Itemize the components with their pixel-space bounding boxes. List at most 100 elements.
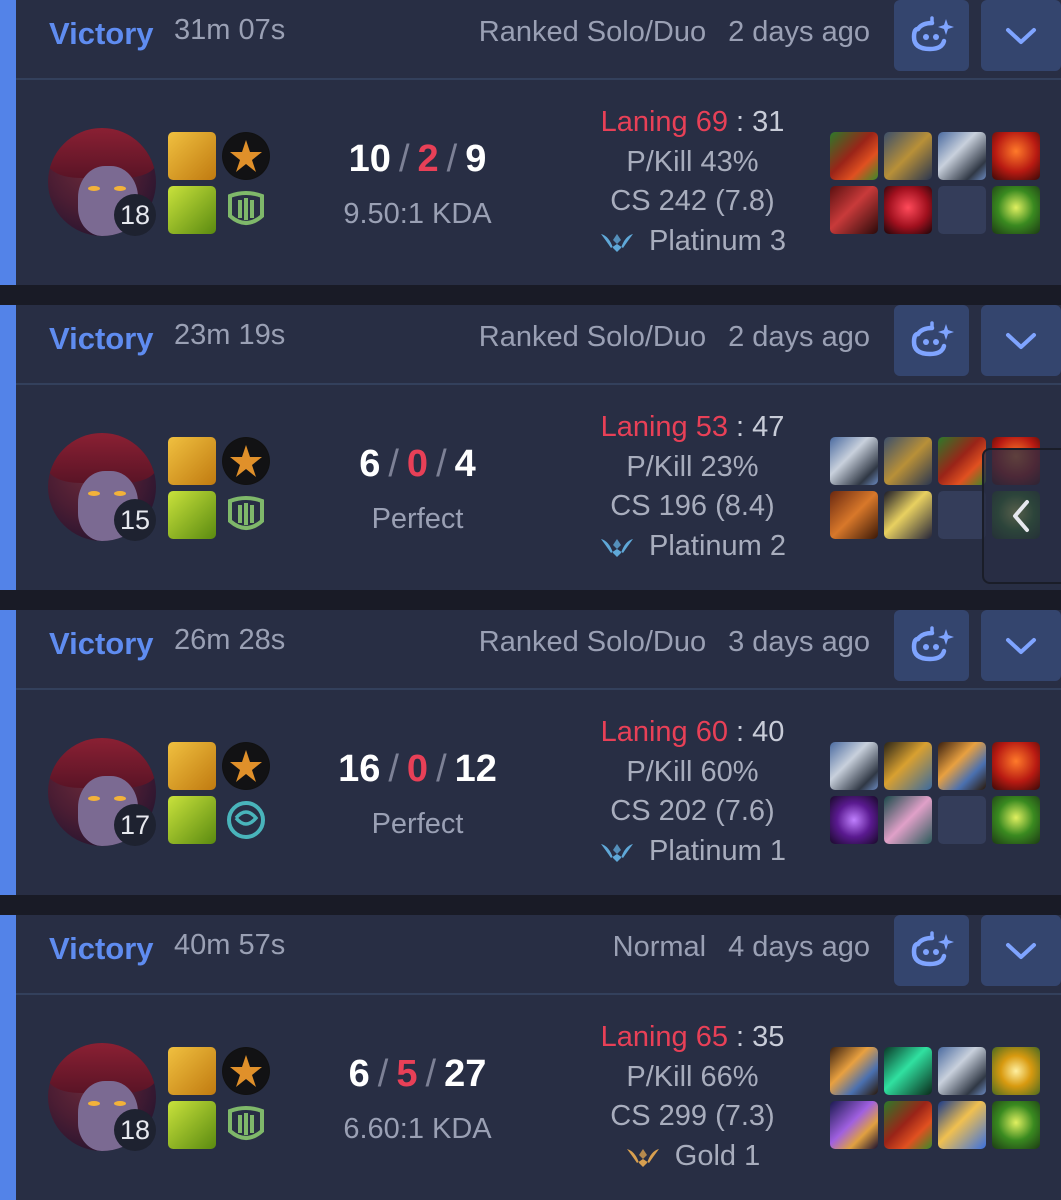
creep-score: CS 196 (8.4) [610, 490, 775, 522]
keystone-rune-icon[interactable] [222, 1047, 270, 1095]
champion-level: 15 [114, 499, 156, 541]
ghost-spell-icon[interactable] [168, 491, 216, 539]
ai-analysis-button[interactable] [894, 610, 969, 681]
chevron-down-icon [1006, 637, 1036, 654]
expand-match-button[interactable] [981, 610, 1061, 681]
laning-score: Laning 53 : 47 [600, 411, 785, 443]
queue-type: Normal [612, 931, 707, 963]
bronze-boots-item[interactable] [830, 491, 878, 539]
chevron-down-icon [1006, 27, 1036, 44]
blue-crescent-item[interactable] [938, 1101, 986, 1149]
robot-sparkle-icon [911, 930, 954, 966]
match-result: Victory [49, 321, 154, 356]
robot-sparkle-icon [911, 15, 954, 51]
ai-analysis-button[interactable] [894, 0, 969, 71]
golden-cannon-item[interactable] [884, 742, 932, 790]
win-stripe [0, 915, 16, 1200]
side-collapse-tab[interactable] [982, 448, 1061, 584]
kill-participation: P/Kill 60% [626, 756, 759, 788]
green-ward-item[interactable] [992, 796, 1040, 844]
match-duration: 26m 28s [174, 624, 286, 656]
robot-sparkle-icon [911, 625, 954, 661]
keystone-rune-icon[interactable] [222, 132, 270, 180]
laning-value: Laning 69 [600, 106, 728, 138]
keystone-rune-icon[interactable] [222, 437, 270, 485]
platinum-emblem-icon [600, 234, 633, 253]
win-stripe [0, 0, 16, 285]
flash-spell-icon[interactable] [168, 437, 216, 485]
empty-item-slot [938, 796, 986, 844]
silver-bracer-item[interactable] [830, 437, 878, 485]
purple-orb-item[interactable] [830, 796, 878, 844]
creep-score: CS 299 (7.3) [610, 1100, 775, 1132]
green-ward-item[interactable] [992, 186, 1040, 234]
triple-blade-item[interactable] [938, 742, 986, 790]
queue-type: Ranked Solo/Duo [478, 321, 707, 353]
match-card[interactable]: Victory 26m 28s Ranked Solo/Duo 3 days ag… [0, 610, 1061, 895]
match-card[interactable]: Victory 40m 57s Normal 4 days ago 18 6 /… [0, 915, 1061, 1200]
resolve-rune-icon [228, 496, 264, 530]
expand-match-button[interactable] [981, 0, 1061, 71]
lava-item[interactable] [992, 742, 1040, 790]
laning-opponent: 47 [752, 411, 785, 443]
match-header: Victory 31m 07s Ranked Solo/Duo 2 days ag… [16, 0, 1061, 80]
secondary-rune-slot[interactable] [222, 491, 270, 539]
silver-bracer-item[interactable] [830, 742, 878, 790]
laning-score: Laning 60 : 40 [600, 716, 785, 748]
secondary-rune-slot[interactable] [222, 1101, 270, 1149]
star-mace-item[interactable] [884, 491, 932, 539]
knight-helm-item[interactable] [884, 132, 932, 180]
kda-score: 6/5/27 [348, 1053, 487, 1095]
queue-type: Ranked Solo/Duo [478, 16, 707, 48]
match-duration: 40m 57s [174, 929, 286, 961]
robot-sparkle-icon [911, 320, 954, 356]
match-queue-time: Ranked Solo/Duo 3 days ago [479, 626, 870, 659]
ghost-spell-icon[interactable] [168, 1101, 216, 1149]
assists: 12 [454, 748, 497, 790]
flash-spell-icon[interactable] [168, 742, 216, 790]
pink-cat-item[interactable] [884, 796, 932, 844]
rank-label: Platinum 3 [648, 225, 786, 257]
deaths: 5 [396, 1053, 418, 1095]
violet-staff-item[interactable] [830, 1101, 878, 1149]
keystone-rune-icon[interactable] [222, 742, 270, 790]
kda-ratio: 6.60:1 KDA [343, 1113, 492, 1145]
resolve-rune-icon [228, 191, 264, 225]
triple-blade-item[interactable] [830, 1047, 878, 1095]
flash-spell-icon[interactable] [168, 1047, 216, 1095]
ghost-spell-icon[interactable] [168, 796, 216, 844]
kda-ratio: Perfect [371, 503, 464, 535]
match-queue-time: Ranked Solo/Duo 2 days ago [479, 16, 870, 49]
flash-spell-icon[interactable] [168, 132, 216, 180]
expand-match-button[interactable] [981, 305, 1061, 376]
golden-sun-item[interactable] [992, 1047, 1040, 1095]
ruby-crystal-item[interactable] [884, 186, 932, 234]
kda-score: 6/0/4 [359, 443, 476, 485]
red-sword-item[interactable] [830, 132, 878, 180]
red-sword-item[interactable] [884, 1101, 932, 1149]
silver-bracer-item[interactable] [938, 132, 986, 180]
kill-participation: P/Kill 43% [626, 146, 759, 178]
green-slash-item[interactable] [884, 1047, 932, 1095]
chevron-down-icon [1006, 332, 1036, 349]
deaths: 2 [417, 138, 439, 180]
crimson-blade-item[interactable] [830, 186, 878, 234]
expand-match-button[interactable] [981, 915, 1061, 986]
lava-item[interactable] [992, 132, 1040, 180]
silver-bracer-item[interactable] [938, 1047, 986, 1095]
match-header: Victory 40m 57s Normal 4 days ago [16, 915, 1061, 995]
green-ward-item[interactable] [992, 1101, 1040, 1149]
laning-value: Laning 65 [600, 1021, 728, 1053]
match-card[interactable]: Victory 31m 07s Ranked Solo/Duo 2 days ag… [0, 0, 1061, 285]
kda-score: 10/2/9 [348, 138, 487, 180]
kill-participation: P/Kill 23% [626, 451, 759, 483]
assists: 4 [454, 443, 476, 485]
ai-analysis-button[interactable] [894, 915, 969, 986]
secondary-rune-slot[interactable] [222, 186, 270, 234]
secondary-rune-slot[interactable] [222, 796, 270, 844]
match-card[interactable]: Victory 23m 19s Ranked Solo/Duo 2 days ag… [0, 305, 1061, 590]
ai-analysis-button[interactable] [894, 305, 969, 376]
ghost-spell-icon[interactable] [168, 186, 216, 234]
red-sword-item[interactable] [938, 437, 986, 485]
knight-helm-item[interactable] [884, 437, 932, 485]
